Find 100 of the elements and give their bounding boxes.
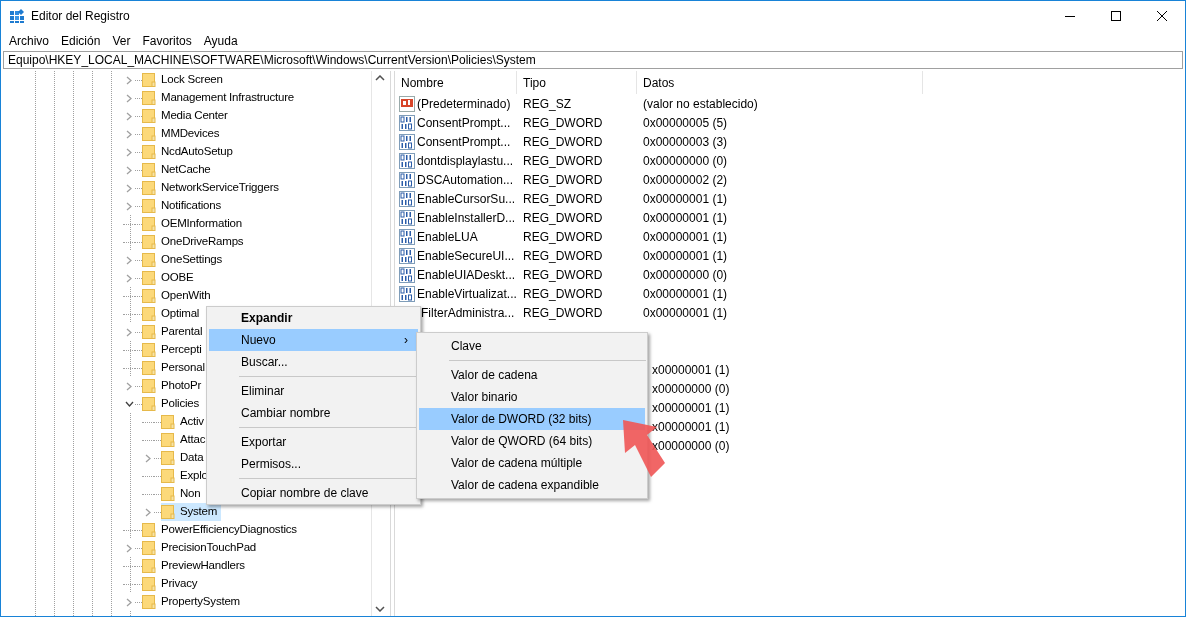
- table-cell-text: REG_SZ: [522, 95, 572, 113]
- expand-chevron-icon[interactable]: [126, 111, 132, 121]
- table-cell-text: x00000001 (1): [652, 418, 731, 436]
- menu-item[interactable]: Valor de cadena múltiple: [419, 452, 645, 474]
- expand-chevron-icon[interactable]: [126, 183, 132, 193]
- collapse-chevron-icon[interactable]: [124, 401, 134, 407]
- table-cell-text: EnableCursorSu...: [417, 190, 516, 208]
- folder-icon: [142, 163, 156, 177]
- table-cell-text: ConsentPrompt...: [417, 114, 511, 132]
- menu-item[interactable]: Favoritos: [136, 32, 198, 50]
- column-header[interactable]: Tipo: [517, 71, 637, 94]
- expand-chevron-icon[interactable]: [126, 201, 132, 211]
- expand-chevron-icon[interactable]: [126, 381, 132, 391]
- binary-value-icon: [399, 285, 415, 302]
- expand-chevron-icon[interactable]: [126, 543, 132, 553]
- folder-icon: [142, 73, 156, 87]
- registry-app-icon: [9, 8, 25, 24]
- binary-value-icon: [399, 171, 415, 188]
- column-header[interactable]: Datos: [637, 71, 923, 94]
- folder-icon: [142, 217, 156, 231]
- menu-item[interactable]: Copiar nombre de clave: [209, 482, 418, 504]
- menu-item[interactable]: Valor de cadena expandible: [419, 474, 645, 496]
- table-cell-text: 0x00000001 (1): [642, 228, 729, 246]
- menu-item[interactable]: Valor de DWORD (32 bits): [419, 408, 645, 430]
- folder-icon: [142, 145, 156, 159]
- folder-icon: [142, 271, 156, 285]
- folder-icon: [142, 109, 156, 123]
- expand-chevron-icon[interactable]: [126, 255, 132, 265]
- menu-item[interactable]: Buscar...: [209, 351, 418, 373]
- table-cell-text: REG_DWORD: [522, 190, 604, 208]
- table-cell-text: REG_DWORD: [522, 152, 604, 170]
- table-cell-text: x00000000 (0): [652, 380, 731, 398]
- menu-item[interactable]: Eliminar: [209, 380, 418, 402]
- expand-chevron-icon[interactable]: [126, 165, 132, 175]
- binary-value-icon: [399, 266, 415, 283]
- folder-icon: [142, 595, 156, 609]
- window-title: Editor del Registro: [31, 8, 130, 25]
- binary-value-icon: [399, 152, 415, 169]
- table-cell-text: x00000001 (1): [652, 361, 731, 379]
- expand-chevron-icon[interactable]: [126, 75, 132, 85]
- table-cell-text: DSCAutomation...: [417, 171, 514, 189]
- menu-item[interactable]: Cambiar nombre: [209, 402, 418, 424]
- expand-chevron-icon[interactable]: [126, 327, 132, 337]
- address-bar[interactable]: Equipo\HKEY_LOCAL_MACHINE\SOFTWARE\Microsoft\Windows\CurrentVersion\Policies\System: [3, 51, 1183, 69]
- table-cell-text: 0x00000001 (1): [642, 304, 729, 322]
- scroll-up-icon[interactable]: [375, 75, 385, 81]
- expand-chevron-icon[interactable]: [126, 597, 132, 607]
- folder-icon: [161, 415, 175, 429]
- folder-icon: [142, 307, 156, 321]
- table-cell-text: x00000000 (0): [652, 437, 731, 455]
- folder-icon: [142, 91, 156, 105]
- tree-item[interactable]: System: [161, 503, 222, 521]
- binary-value-icon: [399, 114, 415, 131]
- menu-item[interactable]: Permisos...: [209, 453, 418, 475]
- binary-value-icon: [399, 133, 415, 150]
- folder-icon: [142, 379, 156, 393]
- folder-icon: [142, 343, 156, 357]
- menu-item[interactable]: Valor de cadena: [419, 364, 645, 386]
- folder-icon: [142, 235, 156, 249]
- expand-chevron-icon[interactable]: [145, 507, 151, 517]
- menu-item[interactable]: Nuevo ›: [209, 329, 418, 351]
- table-cell-text: REG_DWORD: [522, 133, 604, 151]
- table-cell-text: 0x00000005 (5): [642, 114, 729, 132]
- table-cell-text: FilterAdministra...: [421, 304, 515, 322]
- binary-value-icon: [399, 209, 415, 226]
- maximize-icon: [1111, 11, 1121, 21]
- menu-item[interactable]: Valor binario: [419, 386, 645, 408]
- table-cell-text: EnableSecureUI...: [417, 247, 515, 265]
- menu-item[interactable]: Clave: [419, 335, 645, 357]
- string-value-icon: [399, 95, 415, 112]
- folder-icon: [161, 469, 175, 483]
- folder-icon: [142, 577, 156, 591]
- expand-chevron-icon[interactable]: [126, 273, 132, 283]
- table-cell-text: (valor no establecido): [642, 95, 759, 113]
- expand-chevron-icon[interactable]: [145, 453, 151, 463]
- menu-item[interactable]: Ver: [106, 32, 137, 50]
- scroll-down-icon[interactable]: [375, 606, 385, 612]
- folder-icon: [161, 433, 175, 447]
- folder-icon: [142, 541, 156, 555]
- table-cell-text: 0x00000003 (3): [642, 133, 729, 151]
- folder-icon: [142, 559, 156, 573]
- expand-chevron-icon[interactable]: [126, 147, 132, 157]
- table-cell-text: EnableInstallerD...: [417, 209, 516, 227]
- table-cell-text: REG_DWORD: [522, 114, 604, 132]
- menu-item[interactable]: Ayuda: [197, 32, 244, 50]
- folder-icon: [142, 289, 156, 303]
- table-cell-text: REG_DWORD: [522, 285, 604, 303]
- folder-icon: [142, 253, 156, 267]
- folder-icon: [161, 505, 175, 519]
- menu-item[interactable]: Archivo: [3, 32, 55, 50]
- table-cell-text: REG_DWORD: [522, 209, 604, 227]
- table-cell-text: REG_DWORD: [522, 266, 604, 284]
- menu-item[interactable]: Expandir: [209, 307, 418, 329]
- expand-chevron-icon[interactable]: [126, 129, 132, 139]
- table-cell-text: 0x00000000 (0): [642, 266, 729, 284]
- expand-chevron-icon[interactable]: [126, 93, 132, 103]
- column-header[interactable]: Nombre: [395, 71, 517, 94]
- menu-item[interactable]: Edición: [55, 32, 107, 50]
- menu-item[interactable]: Exportar: [209, 431, 418, 453]
- folder-icon: [142, 127, 156, 141]
